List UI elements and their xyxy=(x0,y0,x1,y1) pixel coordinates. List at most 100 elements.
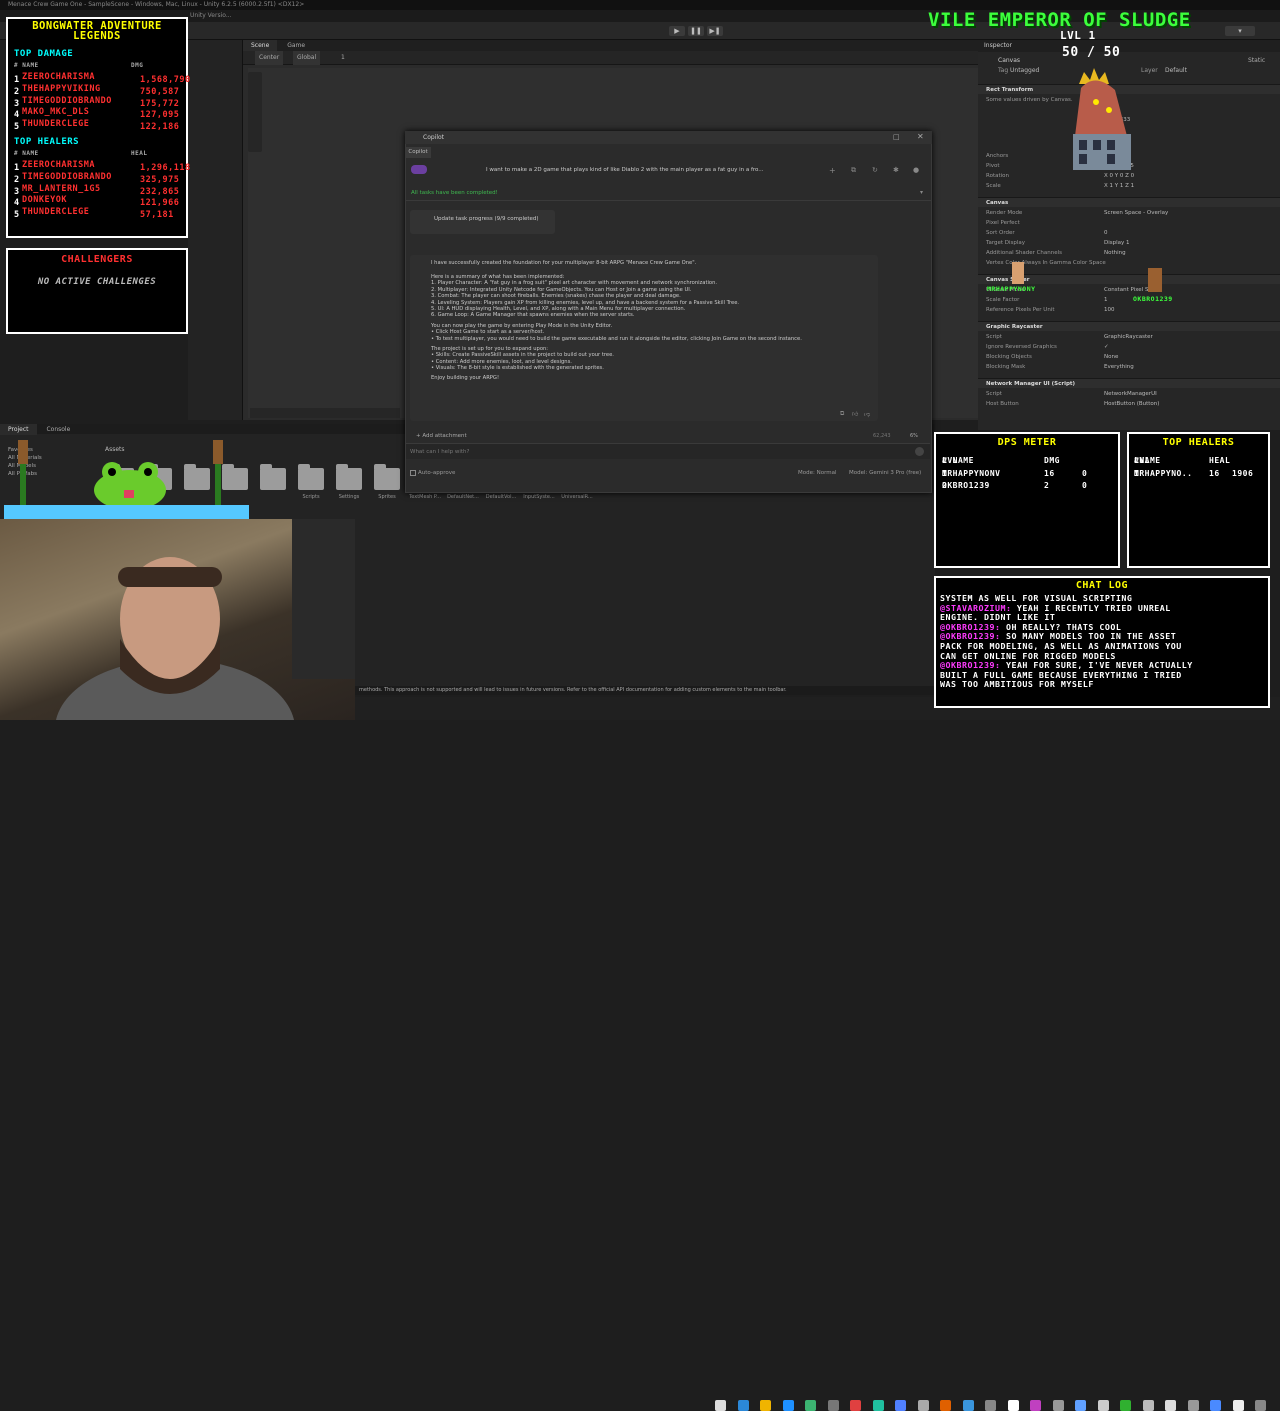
folder-icon[interactable] xyxy=(336,464,362,490)
tab-inspector[interactable]: Inspector xyxy=(978,40,1280,52)
taskbar-app-icon[interactable] xyxy=(1232,1400,1244,1411)
chat-text: OH REALLY? THATS COOL xyxy=(1000,621,1122,632)
player-name: MAKO_MKC_DLS xyxy=(22,107,90,118)
taskbar-app-icon[interactable] xyxy=(917,1400,929,1411)
chat-text: ENGINE. DIDNT LIKE IT xyxy=(940,612,1056,623)
component-header[interactable]: Network Manager UI (Script) xyxy=(978,378,1280,388)
folder-icon[interactable] xyxy=(374,464,400,490)
field-value[interactable]: NetworkManagerUI xyxy=(1104,391,1157,397)
chat-text: WAS TOO AMBITIOUS FOR MYSELF xyxy=(940,679,1094,690)
header-cell: HEAL xyxy=(1209,456,1231,465)
field-value[interactable]: 0 xyxy=(1104,230,1108,236)
taskbar-app-icon[interactable] xyxy=(872,1400,884,1411)
taskbar-app-icon[interactable] xyxy=(1052,1400,1064,1411)
folder-label: UniversalR... xyxy=(561,494,593,500)
component-header[interactable]: Graphic Raycaster xyxy=(978,321,1280,331)
mode-dropdown[interactable]: Mode: Normal xyxy=(798,467,837,479)
play-icon[interactable]: ▶ xyxy=(669,26,685,36)
maximize-icon[interactable]: □ xyxy=(893,133,900,141)
scene-tabs: Scene Game xyxy=(243,40,978,51)
taskbar-app-icon[interactable] xyxy=(737,1400,749,1411)
taskbar-app-icon[interactable] xyxy=(760,1400,771,1411)
leaderboard-row: 5 THUNDERCLEGE 122,186 xyxy=(14,119,184,132)
settings-icon[interactable]: ✱ xyxy=(893,166,899,174)
component-header[interactable]: Canvas xyxy=(978,197,1280,207)
auto-approve-label: Auto-approve xyxy=(418,470,456,476)
taskbar-app-icon[interactable] xyxy=(1187,1400,1199,1411)
field-value[interactable]: X 1 Y 1 Z 1 xyxy=(1104,183,1134,189)
thumbs-down-icon[interactable]: 👎︎ xyxy=(864,410,870,418)
taskbar-app-icon[interactable] xyxy=(715,1400,726,1411)
pivot-center-dropdown[interactable]: Center xyxy=(255,51,284,65)
tab-game[interactable]: Game xyxy=(279,40,313,51)
taskbar-app-icon[interactable] xyxy=(1097,1400,1109,1411)
static-label[interactable]: Static xyxy=(1248,57,1265,64)
taskbar-app-icon[interactable] xyxy=(895,1400,906,1411)
field-value[interactable]: GraphicRaycaster xyxy=(1104,334,1153,340)
scene-toolbar: Center Global 1 xyxy=(243,51,978,65)
taskbar-app-icon[interactable] xyxy=(1255,1400,1266,1411)
tile-palette-toolbar[interactable] xyxy=(250,408,400,418)
taskbar-app-icon[interactable] xyxy=(805,1400,816,1411)
field-value[interactable]: ✓ xyxy=(1104,344,1109,350)
object-name[interactable]: Canvas xyxy=(998,57,1020,64)
field-value[interactable]: 1 xyxy=(1104,297,1108,303)
taskbar-app-icon[interactable] xyxy=(1120,1400,1131,1411)
field-label: Host Button xyxy=(986,401,1019,407)
taskbar-app-icon[interactable] xyxy=(782,1400,794,1411)
taskbar-app-icon[interactable] xyxy=(940,1400,951,1411)
prompt-input[interactable]: What can I help with? xyxy=(406,443,930,459)
tab-scene[interactable]: Scene xyxy=(243,40,278,51)
folder-icon[interactable] xyxy=(260,464,286,490)
healers-col-name: # NAME xyxy=(14,150,39,157)
boss-level: LVL 1 xyxy=(1060,29,1096,42)
new-chat-icon[interactable]: + xyxy=(829,166,836,175)
taskbar-app-icon[interactable] xyxy=(1210,1400,1221,1411)
taskbar-app-icon[interactable] xyxy=(827,1400,839,1411)
layer-label: Layer xyxy=(1141,67,1158,74)
scene-tool-strip[interactable] xyxy=(248,72,262,152)
field-value[interactable]: 100 xyxy=(1104,307,1115,313)
field-value[interactable]: Nothing xyxy=(1104,250,1126,256)
folder-label: TextMesh P... xyxy=(409,494,441,500)
menu-item-version[interactable]: Unity Versio... xyxy=(190,12,232,19)
field-value[interactable]: Screen Space - Overlay xyxy=(1104,210,1168,216)
field-label: Script xyxy=(986,334,1002,340)
taskbar-app-icon[interactable] xyxy=(1030,1400,1041,1411)
auto-approve-checkbox[interactable] xyxy=(410,470,416,476)
taskbar-app-icon[interactable] xyxy=(1007,1400,1019,1411)
folder-icon[interactable] xyxy=(298,464,324,490)
model-dropdown[interactable]: Model: Gemini 3 Pro (free) xyxy=(849,467,921,479)
tag-dropdown[interactable]: Untagged xyxy=(1010,67,1039,74)
layer-dropdown[interactable]: Default xyxy=(1165,67,1187,74)
boss-name: VILE EMPEROR OF SLUDGE xyxy=(928,9,1191,31)
tab-copilot[interactable]: Copilot xyxy=(405,147,431,158)
field-value[interactable]: None xyxy=(1104,354,1118,360)
taskbar-app-icon[interactable] xyxy=(985,1400,996,1411)
taskbar-app-icon[interactable] xyxy=(1165,1400,1176,1411)
refresh-icon[interactable]: ↻ xyxy=(872,166,878,174)
taskbar-app-icon[interactable] xyxy=(1142,1400,1154,1411)
taskbar-app-icon[interactable] xyxy=(962,1400,974,1411)
global-dropdown[interactable]: Global xyxy=(293,51,321,65)
thumbs-up-icon[interactable]: 👍︎ xyxy=(852,410,858,418)
field-value[interactable]: Everything xyxy=(1104,364,1134,370)
task-progress-message: Update task progress (9/9 completed) xyxy=(410,210,555,234)
step-icon[interactable]: ▶❚ xyxy=(707,26,723,36)
field-value[interactable]: HostButton (Button) xyxy=(1104,401,1159,407)
copy-icon[interactable]: ⧉ xyxy=(840,410,844,418)
close-icon[interactable]: ✕ xyxy=(917,132,924,141)
pause-icon[interactable]: ❚❚ xyxy=(688,26,704,36)
healers-col-heal: HEAL xyxy=(131,150,148,157)
send-icon[interactable] xyxy=(915,447,924,456)
field-value[interactable]: Display 1 xyxy=(1104,240,1130,246)
folder-label: InputSyste... xyxy=(523,494,555,500)
grid-snap-value[interactable]: 1 xyxy=(341,51,345,65)
taskbar-app-icon[interactable] xyxy=(850,1400,861,1411)
user-icon[interactable]: ● xyxy=(913,166,919,174)
collapse-icon[interactable]: ▾ xyxy=(920,189,923,196)
taskbar-app-icon[interactable] xyxy=(1075,1400,1086,1411)
add-attachment-button[interactable]: + Add attachment xyxy=(416,433,467,439)
copilot-logo-icon xyxy=(411,165,427,174)
history-icon[interactable]: ⧉ xyxy=(851,166,856,175)
